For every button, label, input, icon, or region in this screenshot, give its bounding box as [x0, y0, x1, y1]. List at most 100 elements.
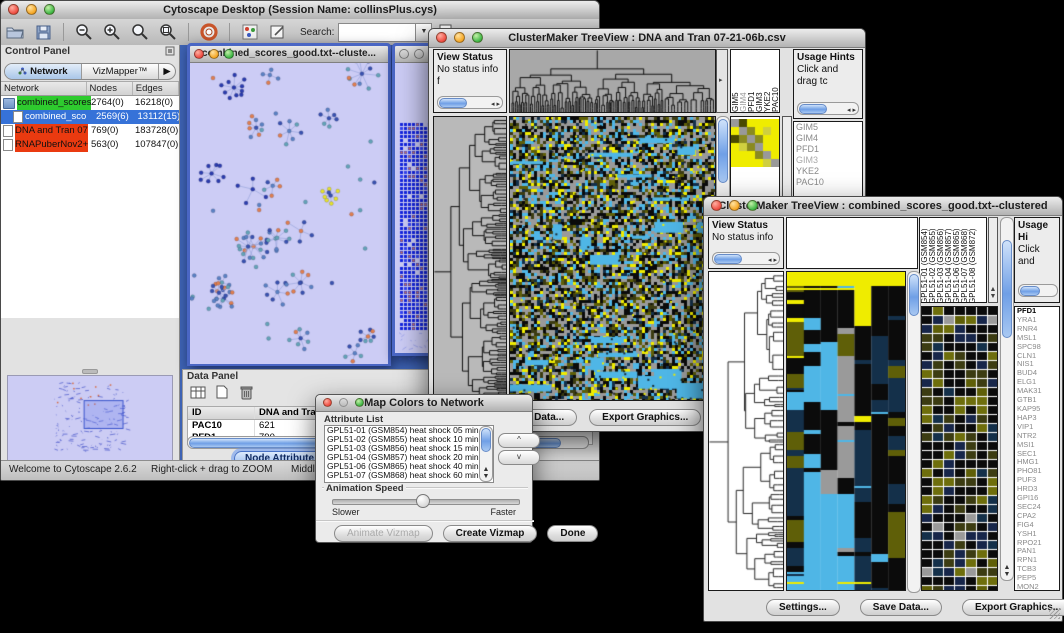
tv2-row-dendrogram-canvas[interactable] [709, 272, 783, 590]
treeview1-title-bar[interactable]: ClusterMaker TreeView : DNA and Tran 07-… [429, 29, 865, 48]
attribute-item[interactable]: GPL51-07 (GSM868) heat shock 60 min [325, 471, 493, 480]
dialog-button[interactable]: Animate Vizmap [334, 525, 433, 542]
search-input[interactable] [338, 23, 416, 42]
network-view-canvas[interactable] [190, 63, 388, 364]
gene-list-item[interactable]: GIM3 [794, 155, 862, 166]
close-button[interactable] [323, 398, 332, 407]
tv1-row-dendrogram-canvas[interactable] [434, 117, 506, 400]
tv1-column-dendrogram-canvas[interactable] [510, 50, 715, 112]
save-session-icon[interactable] [32, 22, 54, 42]
zoom-selected-icon[interactable] [129, 22, 151, 42]
zoom-button[interactable] [355, 398, 364, 407]
scroll-arrows[interactable]: ◂ ▸ [847, 105, 856, 115]
tv1-heatmap-panel[interactable] [509, 116, 716, 401]
tv1-status-scroll-thumb[interactable] [439, 98, 467, 108]
main-title-bar[interactable]: Cytoscape Desktop (Session Name: collins… [1, 1, 599, 20]
minimize-button[interactable] [729, 200, 740, 211]
frame-zoom-button[interactable] [224, 49, 234, 59]
tv2-usage-hscrollbar[interactable] [1018, 284, 1058, 297]
scroll-arrows[interactable]: ◂ ▸ [491, 99, 500, 109]
tv2-status-hscrollbar[interactable]: ◂ ▸ [712, 252, 780, 265]
tv1-usage-scroll-thumb[interactable] [799, 104, 827, 114]
frame-minimize-button[interactable] [209, 49, 219, 59]
network-frame-title-bar[interactable]: combined_scores_good.txt--cluste... [190, 46, 388, 63]
scroll-arrows[interactable]: ▲▼ [989, 286, 997, 300]
zoom-button[interactable] [472, 32, 483, 43]
zoom-fit-icon[interactable] [157, 22, 179, 42]
tv2-subheatmap-panel[interactable] [921, 306, 998, 591]
tv2-main-scroll-thumb[interactable] [1002, 240, 1012, 338]
tv2-label-scroll-strip[interactable]: ▲▼ [988, 217, 998, 303]
network-overview-panel[interactable] [7, 375, 173, 461]
tv1-similarity-matrix-canvas[interactable] [731, 119, 779, 167]
treeview-button[interactable]: Settings... [766, 599, 840, 616]
tv1-heatmap-canvas[interactable] [510, 117, 715, 400]
dialog-title-bar[interactable]: Map Colors to Network [316, 395, 532, 412]
network-row[interactable]: DNA and Tran 07769(0)183728(0) [1, 124, 179, 138]
frame-close-button[interactable] [194, 49, 204, 59]
close-button[interactable] [711, 200, 722, 211]
treeview-button[interactable]: Save Data... [860, 599, 942, 616]
select-attributes-icon[interactable] [189, 384, 207, 400]
minimize-button[interactable] [26, 4, 37, 15]
scroll-arrows[interactable]: ▲▼ [1001, 564, 1013, 578]
attribute-listbox[interactable]: GPL51-01 (GSM854) heat shock 05 minGPL51… [324, 425, 494, 483]
zoom-button[interactable] [44, 4, 55, 15]
tv2-row-dendrogram-panel[interactable] [708, 271, 784, 591]
vizmap-icon[interactable] [239, 22, 261, 42]
zoom-out-icon[interactable] [73, 22, 95, 42]
tv2-heatmap-vscrollbar[interactable] [907, 271, 921, 593]
frame2-minimize-button[interactable] [414, 49, 424, 59]
tv1-mini-scroll-strip[interactable]: ▸ [716, 49, 728, 113]
tv2-status-scroll-thumb[interactable] [714, 254, 742, 264]
gene-list-item[interactable]: GIM4 [794, 133, 862, 144]
tv1-row-dendrogram-panel[interactable] [433, 116, 507, 401]
gene-list-item[interactable]: PAC10 [794, 177, 862, 188]
tv2-heatmap-panel[interactable] [786, 271, 906, 591]
move-up-button[interactable]: ^ [498, 433, 540, 448]
arrow-right-icon[interactable]: ▸ [719, 76, 723, 84]
attribute-scroll-thumb[interactable] [481, 428, 491, 452]
tv2-main-vscrollbar[interactable]: ▲▼ [1000, 217, 1014, 581]
attr-col-id[interactable]: ID [188, 407, 255, 419]
dialog-button[interactable]: Done [547, 525, 598, 542]
col-header-nodes[interactable]: Nodes [87, 82, 133, 95]
tv1-status-hscrollbar[interactable]: ◂ ▸ [437, 96, 503, 109]
scroll-arrows[interactable]: ◂ ▸ [768, 255, 777, 265]
tv2-heatmap-canvas[interactable] [787, 272, 905, 590]
network-overview-canvas[interactable] [8, 376, 170, 458]
move-down-button[interactable]: v [498, 450, 540, 465]
col-header-edges[interactable]: Edges [133, 82, 179, 95]
attribute-list-vscrollbar[interactable]: ▲▼ [479, 426, 493, 482]
gene-list-item[interactable]: MON2 [1015, 583, 1059, 591]
splitter-handle[interactable] [82, 369, 98, 374]
gene-list-item[interactable]: YKE2 [794, 166, 862, 177]
annotation-icon[interactable] [267, 22, 289, 42]
tv1-column-dendrogram-panel[interactable] [509, 49, 716, 113]
close-button[interactable] [8, 4, 19, 15]
treeview-button[interactable]: Export Graphics... [589, 409, 701, 426]
resize-grip[interactable] [1049, 608, 1060, 619]
zoom-in-icon[interactable] [101, 22, 123, 42]
minimize-button[interactable] [339, 398, 348, 407]
slider-thumb[interactable] [416, 494, 430, 508]
float-panel-icon[interactable] [165, 46, 175, 59]
tab-network[interactable]: Network [5, 64, 82, 79]
close-button[interactable] [436, 32, 447, 43]
network-row[interactable]: combined_sco2569(6)13112(15) [1, 110, 179, 124]
tv1-usage-hscrollbar[interactable]: ◂ ▸ [797, 102, 859, 115]
tv2-heatmap-scroll-thumb[interactable] [909, 274, 919, 316]
gene-list-item[interactable]: GIM5 [794, 122, 862, 133]
gene-list-item[interactable]: PFD1 [794, 144, 862, 155]
scroll-arrows[interactable]: ▲▼ [480, 466, 492, 480]
network-row[interactable]: combined_scores_2764(0)16218(0) [1, 96, 179, 110]
treeview2-title-bar[interactable]: ClusterMaker TreeView : combined_scores_… [704, 197, 1062, 216]
tab-overflow-arrow[interactable]: ▶ [159, 64, 175, 79]
minimize-button[interactable] [454, 32, 465, 43]
delete-attribute-icon[interactable] [237, 384, 255, 400]
search-combobox[interactable]: ▼ [338, 23, 432, 42]
tab-vizmapper[interactable]: VizMapper™ [82, 64, 159, 79]
tv2-column-tree-panel[interactable] [786, 217, 918, 269]
tv2-usage-scroll-thumb[interactable] [1020, 286, 1040, 296]
open-file-icon[interactable] [4, 22, 26, 42]
